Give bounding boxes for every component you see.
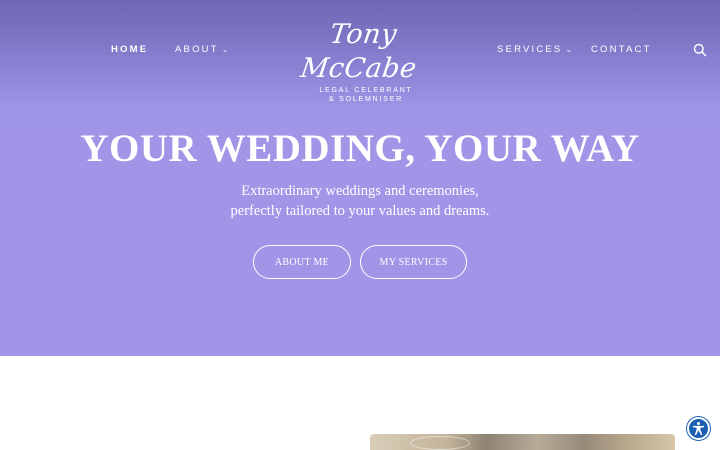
hero-subtitle-line-2: perfectly tailored to your values and dr… <box>230 203 490 219</box>
nav-item-about[interactable]: ABOUT ⌄ <box>175 44 228 55</box>
wedding-photo <box>370 434 675 450</box>
nav-contact-label: CONTACT <box>591 44 652 55</box>
my-services-button[interactable]: MY SERVICES <box>360 245 467 279</box>
logo-tagline-1: LEGAL CELEBRANT <box>319 87 413 94</box>
chevron-down-icon: ⌄ <box>565 45 573 54</box>
hero-subtitle: Extraordinary weddings and ceremonies, p… <box>0 181 720 221</box>
nav-home-label: HOME <box>111 44 149 55</box>
hero-title: YOUR WEDDING, YOUR WAY <box>80 127 640 170</box>
about-me-button[interactable]: ABOUT ME <box>253 245 351 279</box>
nav-about-label: ABOUT <box>175 44 219 55</box>
site-logo[interactable]: Tony McCabe LEGAL CELEBRANT & SOLEMNISER <box>286 18 436 103</box>
photo-highlight <box>410 436 470 450</box>
nav-item-contact[interactable]: CONTACT <box>591 44 652 55</box>
hero-section: HOME ABOUT ⌄ Tony McCabe LEGAL CELEBRANT… <box>0 0 720 356</box>
nav-services-label: SERVICES <box>497 44 563 55</box>
nav-item-services[interactable]: SERVICES ⌄ <box>497 44 572 55</box>
hero-subtitle-line-1: Extraordinary weddings and ceremonies, <box>241 183 479 199</box>
main-navigation: HOME ABOUT ⌄ Tony McCabe LEGAL CELEBRANT… <box>0 0 720 103</box>
search-icon[interactable] <box>693 43 707 57</box>
accessibility-icon[interactable] <box>687 417 710 440</box>
chevron-down-icon: ⌄ <box>221 45 229 54</box>
logo-tagline-2: & SOLEMNISER <box>328 96 404 103</box>
logo-name: Tony McCabe <box>298 19 419 84</box>
nav-item-home[interactable]: HOME <box>111 44 148 55</box>
